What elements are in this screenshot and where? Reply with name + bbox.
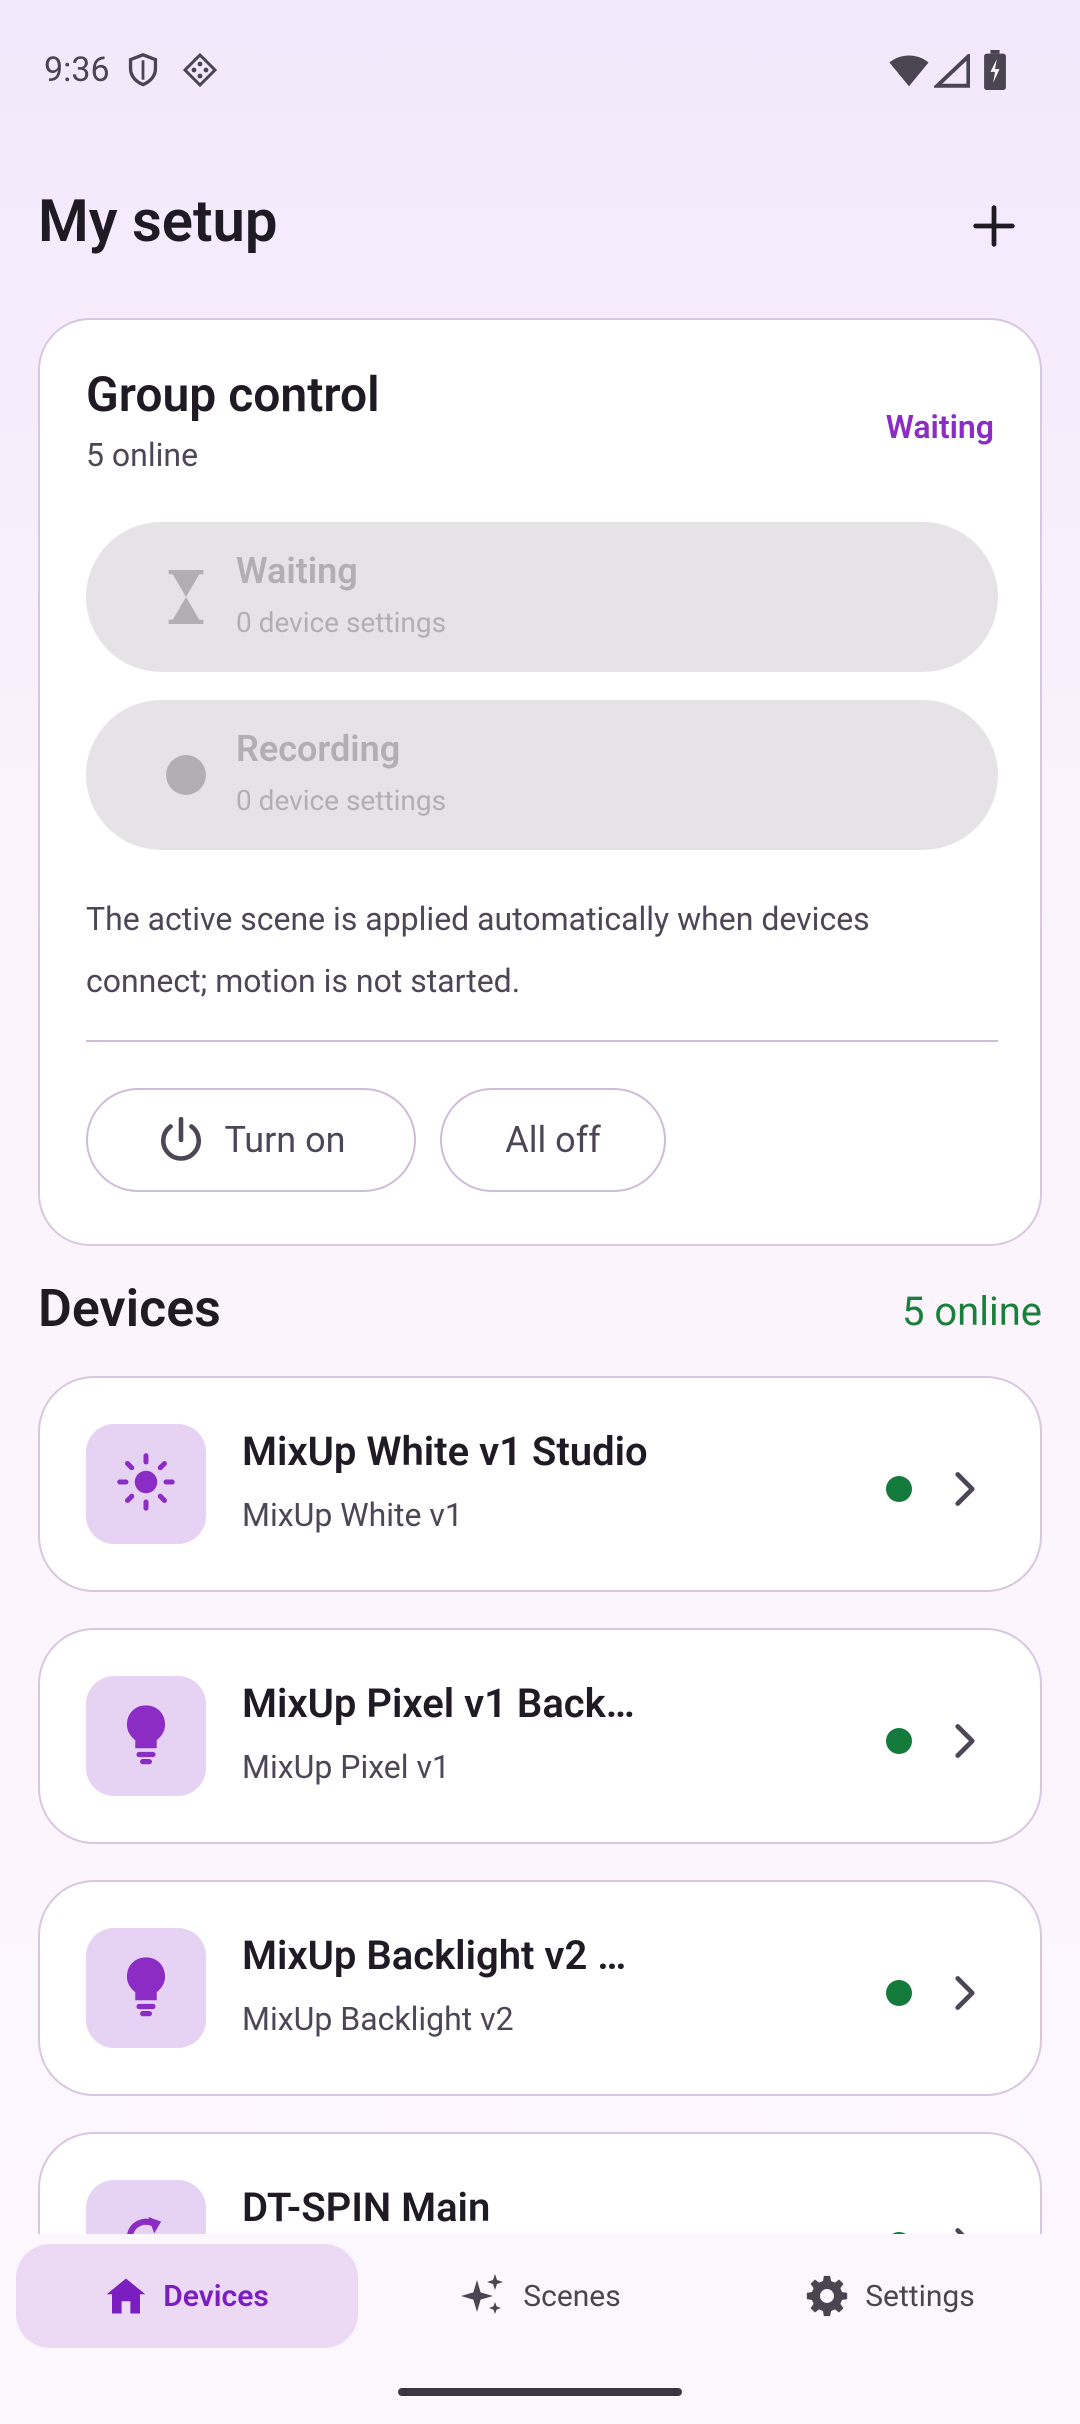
home-indicator[interactable] bbox=[398, 2388, 682, 2396]
wifi-icon bbox=[888, 54, 930, 92]
online-status-dot bbox=[886, 1728, 912, 1754]
nav-scenes-label: Scenes bbox=[523, 2278, 621, 2314]
sun-icon bbox=[116, 1452, 176, 1516]
online-status-dot bbox=[886, 1476, 912, 1502]
chevron-right-icon bbox=[940, 1716, 990, 1766]
page-title: My setup bbox=[38, 188, 278, 256]
lightbulb-icon bbox=[123, 1703, 169, 1769]
all-off-label: All off bbox=[505, 1119, 601, 1161]
device-icon-tile bbox=[86, 1928, 206, 2048]
device-icon-tile bbox=[86, 1676, 206, 1796]
device-name: MixUp Pixel v1 Back… bbox=[242, 1680, 635, 1727]
sparkle-icon bbox=[459, 2272, 507, 2320]
device-card[interactable]: MixUp Backlight v2 … MixUp Backlight v2 bbox=[38, 1880, 1042, 2096]
record-dot-icon bbox=[156, 745, 216, 805]
group-control-title: Group control bbox=[86, 366, 380, 423]
recording-label: Recording bbox=[236, 728, 401, 770]
lightbulb-icon bbox=[123, 1955, 169, 2021]
nav-scenes[interactable]: Scenes bbox=[400, 2244, 680, 2348]
group-control-card: Group control 5 online Waiting Waiting 0… bbox=[38, 318, 1042, 1246]
hourglass-icon bbox=[156, 567, 216, 627]
online-status-dot bbox=[886, 1980, 912, 2006]
status-bar: 9:36 bbox=[0, 0, 1080, 140]
device-name: MixUp White v1 Studio bbox=[242, 1428, 648, 1475]
turn-on-label: Turn on bbox=[224, 1119, 346, 1161]
device-name: DT-SPIN Main bbox=[242, 2184, 491, 2231]
devices-online-count: 5 online bbox=[901, 1288, 1042, 1335]
status-time: 9:36 bbox=[44, 50, 110, 90]
nav-settings-label: Settings bbox=[865, 2278, 975, 2314]
device-card[interactable]: MixUp White v1 Studio MixUp White v1 bbox=[38, 1376, 1042, 1592]
group-control-online: 5 online bbox=[86, 436, 199, 474]
device-model: MixUp Backlight v2 bbox=[242, 2000, 514, 2038]
all-off-button[interactable]: All off bbox=[440, 1088, 666, 1192]
device-model: MixUp Pixel v1 bbox=[242, 1748, 450, 1786]
waiting-scene-pill[interactable]: Waiting 0 device settings bbox=[86, 522, 998, 672]
device-model: MixUp White v1 bbox=[242, 1496, 463, 1534]
signal-icon bbox=[932, 51, 971, 92]
group-control-description: The active scene is applied automaticall… bbox=[86, 900, 870, 1000]
dots-pattern-icon bbox=[182, 52, 218, 92]
device-icon-tile bbox=[86, 1424, 206, 1544]
turn-on-button[interactable]: Turn on bbox=[86, 1088, 416, 1192]
add-button[interactable] bbox=[956, 190, 1032, 266]
device-name: MixUp Backlight v2 … bbox=[242, 1932, 627, 1979]
nav-settings[interactable]: Settings bbox=[740, 2244, 1040, 2348]
recording-scene-pill[interactable]: Recording 0 device settings bbox=[86, 700, 998, 850]
home-icon bbox=[105, 2276, 147, 2316]
chevron-right-icon bbox=[940, 1464, 990, 1514]
battery-icon bbox=[984, 50, 1006, 94]
devices-title: Devices bbox=[38, 1278, 221, 1339]
chevron-right-icon bbox=[940, 1968, 990, 2018]
shield-icon bbox=[126, 52, 160, 92]
waiting-sub: 0 device settings bbox=[236, 606, 447, 639]
plus-icon bbox=[972, 204, 1016, 252]
device-card[interactable]: MixUp Pixel v1 Back… MixUp Pixel v1 bbox=[38, 1628, 1042, 1844]
group-control-status: Waiting bbox=[885, 408, 994, 446]
divider bbox=[86, 1040, 998, 1042]
gear-icon bbox=[805, 2274, 849, 2318]
nav-devices[interactable]: Devices bbox=[16, 2244, 358, 2348]
recording-sub: 0 device settings bbox=[236, 784, 447, 817]
power-icon bbox=[156, 1115, 206, 1165]
waiting-label: Waiting bbox=[236, 550, 358, 592]
nav-devices-label: Devices bbox=[163, 2278, 269, 2314]
